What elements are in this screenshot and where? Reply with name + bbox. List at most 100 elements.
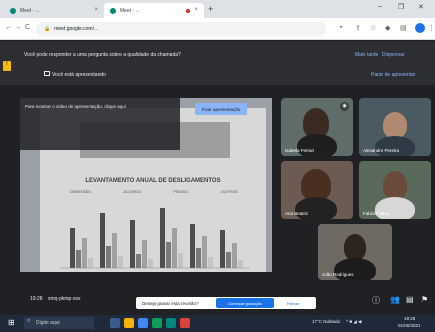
new-tab-button[interactable]: + [208,4,213,14]
close-prompt-button[interactable]: Fechar [279,298,307,308]
tab-meet-1[interactable]: Meet - ... × [4,3,104,18]
chrome-icon[interactable] [138,318,148,328]
recording-indicator-icon [186,9,190,13]
pin-presentation-button[interactable]: Fixar apresentação [195,103,247,115]
clock-date: 01/06/2021 [398,323,421,328]
legend-item: DEMISSÃO [70,189,92,194]
speaking-icon: ◉ [340,102,349,111]
windows-taskbar: ⊞ ⌕ Digite aqui 17°C Nublado ^ ■ ◢ ◀ 19:… [0,315,435,332]
task-view-icon[interactable] [110,318,120,328]
tab-label: Meet - ... [20,7,40,14]
participant-tile[interactable]: Alexandre Pereira [359,98,431,156]
participant-name: Fabíola Silva [363,211,390,216]
slide-bar [166,242,171,268]
slide-bar [70,228,75,268]
tab-label: Meet - ... [120,7,140,14]
profile-avatar[interactable] [415,23,425,33]
slide-bar [172,228,177,268]
chat-icon[interactable]: ▤ [406,295,414,304]
slide-bar [100,213,105,268]
stop-presenting-button[interactable]: Parar de apresentar [371,72,415,78]
app-icon[interactable] [180,318,190,328]
bookmark-star-icon[interactable]: ☆ [370,24,376,32]
participant-name: Alexandre Pereira [363,148,400,153]
slide-bar [202,236,207,268]
participant-tile[interactable]: Fabíola Silva [359,161,431,219]
meeting-time: 19:28 [30,296,43,302]
participant-name: Isabela Ferrari [285,148,315,153]
legend-item: ACORDO [123,189,141,194]
slide-bar [82,238,87,268]
notification-banner: ! Você pode responder a uma pergunta sob… [0,41,435,85]
presentation-tile[interactable]: LEVANTAMENTO ANUAL DE DESLIGAMENTOS DEMI… [20,98,272,272]
info-icon[interactable]: ⓘ [372,295,380,306]
search-placeholder: Digite aqui [36,320,60,326]
back-icon[interactable]: ← [5,24,12,31]
slide-bar [232,243,237,268]
clock-time: 19:28 [404,316,416,321]
slide-title: LEVANTAMENTO ANUAL DE DESLIGAMENTOS [85,178,221,184]
slide-bar [190,224,195,268]
taskbar-search[interactable]: ⌕ Digite aqui [24,317,94,329]
file-explorer-icon[interactable] [124,318,134,328]
slide-bar [220,230,225,268]
close-tab-icon[interactable]: × [194,7,198,13]
meet-stage: ! Você pode responder a uma pergunta sob… [0,41,435,315]
slide-bar [112,233,117,268]
search-icon: ⌕ [27,318,31,324]
slide-bar [106,246,111,268]
forward-icon[interactable]: → [15,24,22,31]
reading-list-icon[interactable]: ▤ [400,24,407,32]
participant-tile[interactable]: Ana Beatriz [281,161,353,219]
address-bar[interactable]: 🔒 meet.google.com/... [36,22,326,36]
participant-video [344,234,366,260]
recording-prompt-text: Deseja gravar esta reunião? [142,300,199,306]
meet-favicon-icon [110,7,116,14]
close-window-icon[interactable]: ✕ [418,3,424,11]
participant-tile[interactable]: ◉ Isabela Ferrari [281,98,353,156]
legend-item: OUTROS [220,189,238,194]
camera-icon[interactable]: ▪ [340,24,342,31]
presenting-text: Você está apresentando [52,72,106,78]
extension-icon[interactable]: ◆ [385,24,390,32]
meeting-controls: 19:28 xmq-pkmp-xsx Deseja gravar esta re… [0,287,435,315]
participant-video [383,112,407,138]
meeting-code: xmq-pkmp-xsx [48,296,81,302]
browser-toolbar: ← → C 🔒 meet.google.com/... ▪ ⇪ ☆ ◆ ▤ ⋮ [0,18,435,40]
people-icon[interactable]: 👥 [390,295,400,304]
participant-body [375,136,415,156]
slide-bar [160,208,165,268]
legend-item: PEDIDO [173,189,189,194]
share-icon[interactable]: ⇪ [355,24,361,32]
presentation-overlay: Para mostrar o vídeo de apresentação, cl… [20,98,180,150]
participant-tile[interactable]: João Rodrigues [318,224,392,280]
dismiss-button[interactable]: Dispensar [382,52,405,58]
reload-icon[interactable]: C [25,24,30,31]
activities-icon[interactable]: ⚑ [421,295,428,304]
meet-app-icon[interactable] [166,318,176,328]
present-screen-icon [44,71,50,76]
maximize-icon[interactable]: ❐ [398,3,404,11]
overlay-text: Para mostrar o vídeo de apresentação, cl… [25,104,126,109]
slide-bar [118,256,123,268]
slide-legend: DEMISSÃO ACORDO PEDIDO OUTROS [54,189,254,194]
minimize-icon[interactable]: – [378,3,382,10]
slide-bar [130,220,135,268]
weather-text[interactable]: 17°C Nublado [312,319,340,324]
slide-bar [148,259,153,268]
later-button[interactable]: Mais tarde [355,52,378,58]
start-recording-button[interactable]: Começar gravação [216,298,274,308]
slide-bar [226,252,231,268]
system-tray-icons[interactable]: ^ ■ ◢ ◀ [346,319,362,325]
menu-icon[interactable]: ⋮ [428,24,435,32]
close-tab-icon[interactable]: × [94,7,98,13]
slide-bar [178,253,183,268]
slide-bar [142,240,147,268]
slide-bar [136,254,141,268]
app-icon[interactable] [152,318,162,328]
browser-tab-strip: Meet - ... × Meet - ... × + – ❐ ✕ [0,0,435,18]
tab-meet-2[interactable]: Meet - ... × [104,3,204,18]
meet-favicon-icon [10,7,16,14]
slide-bar [196,248,201,268]
windows-start-icon[interactable]: ⊞ [8,319,16,327]
